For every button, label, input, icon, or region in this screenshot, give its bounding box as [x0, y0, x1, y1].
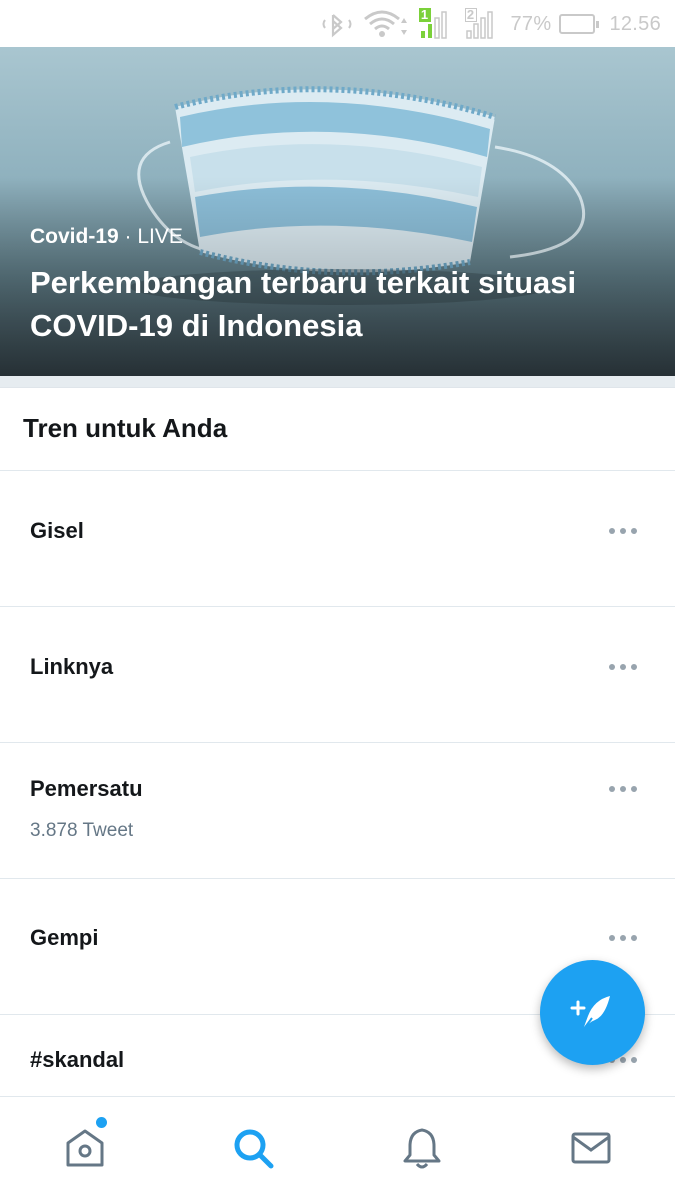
trend-name: #skandal — [30, 1047, 125, 1072]
compose-tweet-button[interactable] — [540, 960, 645, 1065]
trend-name: Linknya — [30, 654, 114, 679]
bell-icon — [403, 1128, 441, 1169]
section-divider — [0, 376, 675, 388]
hero-title: Perkembangan terbaru terkait situasi COV… — [30, 265, 577, 343]
more-dots-icon[interactable] — [609, 933, 637, 943]
more-dots-icon[interactable] — [609, 526, 637, 536]
trend-tweet-count: 3.878 Tweet — [30, 820, 134, 841]
nav-notifications-button[interactable] — [397, 1123, 447, 1173]
trend-item[interactable]: Linknya — [0, 607, 675, 743]
sim1-signal-icon: 1 — [418, 8, 457, 39]
trends-title: Tren untuk Anda — [23, 413, 228, 443]
nav-messages-button[interactable] — [566, 1123, 616, 1173]
mail-icon — [571, 1132, 611, 1164]
trend-name: Pemersatu — [30, 776, 143, 801]
more-dots-icon[interactable] — [609, 784, 637, 794]
search-icon — [234, 1129, 274, 1169]
hero-banner[interactable]: Covid-19 · LIVE Perkembangan terbaru ter… — [0, 47, 675, 376]
trend-name: Gisel — [30, 518, 84, 543]
clock: 12.56 — [609, 12, 661, 35]
wifi-icon — [363, 10, 407, 37]
hero-separator: · — [124, 225, 132, 248]
bottom-navigation — [0, 1096, 675, 1200]
hero-category: Covid-19 — [30, 225, 119, 248]
battery-percent: 77% — [510, 12, 552, 35]
more-dots-icon[interactable] — [609, 662, 637, 672]
nav-search-button[interactable] — [228, 1123, 278, 1173]
hero-live-label: LIVE — [137, 225, 183, 248]
nav-home-button[interactable] — [60, 1117, 110, 1173]
home-icon — [66, 1129, 104, 1167]
trend-item[interactable]: Gisel — [0, 471, 675, 607]
hero-meta: Covid-19 · LIVE — [30, 225, 183, 249]
bluetooth-icon — [322, 14, 351, 38]
status-bar: 1 2 77% 12.56 — [0, 0, 675, 47]
trends-header: Tren untuk Anda — [0, 388, 675, 471]
compose-tweet-icon — [570, 995, 610, 1031]
trend-item[interactable]: Pemersatu 3.878 Tweet — [0, 743, 675, 879]
sim2-signal-icon: 2 — [464, 8, 503, 39]
status-icons: 1 2 77% 12.56 — [319, 8, 662, 40]
battery-icon — [559, 14, 600, 34]
home-notification-dot — [96, 1117, 107, 1128]
trend-name: Gempi — [30, 925, 99, 950]
